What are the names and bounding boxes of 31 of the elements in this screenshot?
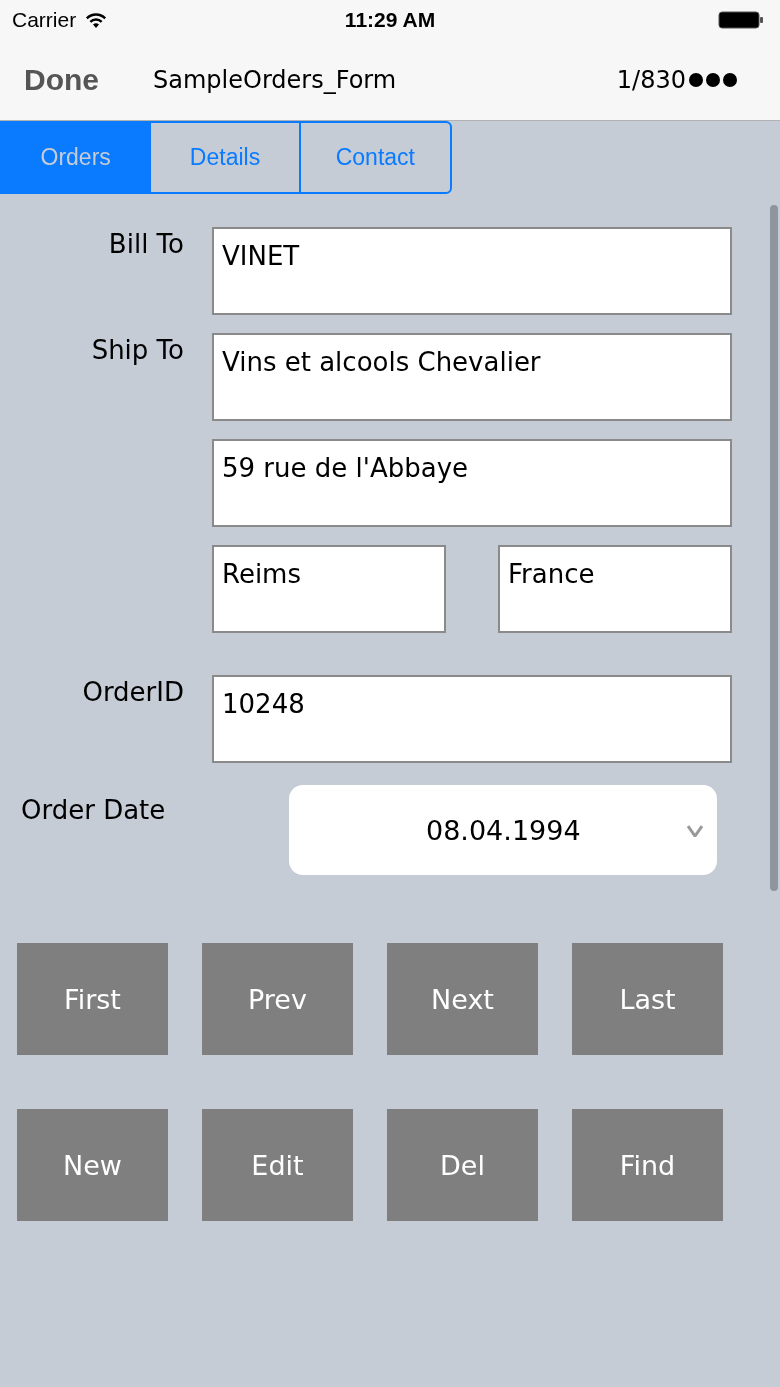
input-field[interactable]: VINET — [212, 227, 732, 315]
action-button[interactable]: Find — [572, 1109, 723, 1221]
battery-icon — [718, 11, 764, 29]
action-button[interactable]: Edit — [202, 1109, 353, 1221]
status-time: 11:29 AM — [344, 8, 436, 32]
input-field[interactable]: 59 rue de l'Abbaye — [212, 439, 732, 527]
action-button[interactable]: First — [17, 943, 168, 1055]
done-button[interactable]: Done — [24, 63, 99, 97]
action-button[interactable]: Next — [387, 943, 538, 1055]
tab[interactable]: Details — [151, 123, 301, 192]
action-button[interactable]: Del — [387, 1109, 538, 1221]
date-picker[interactable]: 08.04.1994 — [289, 785, 718, 875]
field-label: OrderID — [82, 676, 184, 707]
input-field[interactable]: Reims — [212, 545, 446, 633]
input-field[interactable]: Vins et alcools Chevalier — [212, 333, 732, 421]
input-field[interactable]: France — [498, 545, 732, 633]
input-field[interactable]: 10248 — [212, 675, 732, 763]
chevron-down-icon — [687, 825, 704, 837]
wifi-icon — [84, 11, 109, 29]
tab[interactable]: Orders — [2, 123, 152, 192]
more-icon[interactable] — [688, 70, 738, 90]
field-label: Ship To — [91, 334, 184, 365]
field-label: Bill To — [108, 228, 184, 259]
form-title: SampleOrders_Form — [153, 66, 398, 94]
action-button[interactable]: Last — [572, 943, 723, 1055]
action-button[interactable]: New — [17, 1109, 168, 1221]
action-button[interactable]: Prev — [202, 943, 353, 1055]
carrier-name: Carrier — [12, 8, 77, 32]
tab[interactable]: Contact — [300, 123, 450, 192]
field-label: Order Date — [21, 794, 166, 825]
record-counter: 1/830 — [616, 66, 686, 94]
